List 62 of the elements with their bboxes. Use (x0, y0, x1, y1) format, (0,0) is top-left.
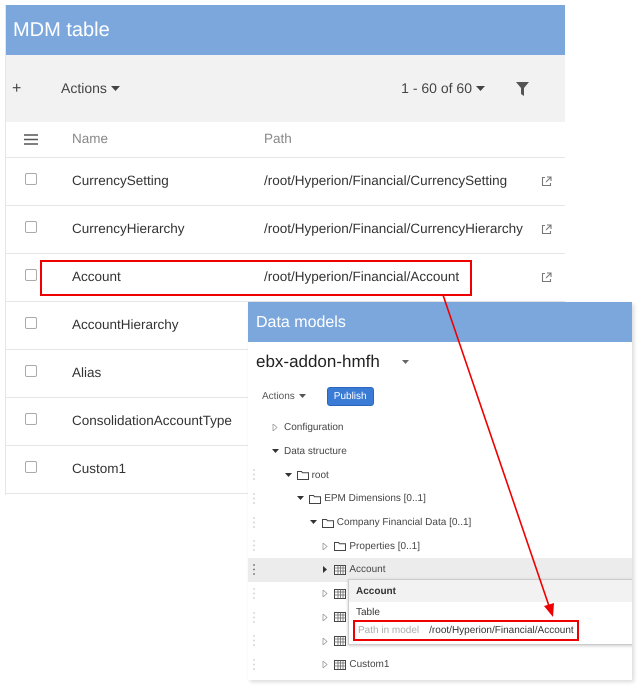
add-button[interactable]: + (12, 76, 32, 100)
row-checkbox[interactable] (25, 412, 37, 425)
tree-item[interactable]: Configuration (248, 416, 632, 440)
path-cell: /root/Hyperion/Financial/CurrencySetting (264, 172, 508, 188)
path-cell: /root/Hyperion/Financial/Account (264, 268, 460, 284)
column-header[interactable]: Path (264, 131, 292, 146)
expand-arrow-icon[interactable] (322, 566, 330, 574)
publish-button[interactable]: Publish (326, 386, 374, 406)
collapse-arrow-icon[interactable] (297, 495, 304, 502)
folder-icon (334, 541, 346, 552)
name-cell: AccountHierarchy (72, 316, 179, 332)
name-cell: ConsolidationAccountType (72, 412, 232, 428)
path-cell: /root/Hyperion/Financial/CurrencyHierarchy (264, 220, 523, 236)
actions-dropdown[interactable]: Actions (261, 388, 307, 404)
window-title: Data models (248, 302, 632, 342)
row-checkbox[interactable] (25, 268, 37, 281)
name-cell: CurrencyHierarchy (72, 220, 185, 236)
column-header[interactable]: Name (72, 131, 108, 146)
tree-item[interactable]: EPM Dimensions [0..1] (248, 487, 632, 511)
table-icon (334, 636, 346, 646)
collapse-arrow-icon[interactable] (272, 448, 279, 456)
caret-icon (476, 86, 485, 91)
name-cell: Alias (72, 364, 102, 380)
folder-icon (309, 494, 322, 504)
row-checkbox[interactable] (25, 460, 37, 473)
name-cell: CurrencySetting (72, 172, 169, 188)
external-link-icon[interactable] (541, 224, 552, 235)
tree-item[interactable]: Company Financial Data [0..1] (248, 510, 632, 534)
name-cell: Account (72, 268, 121, 284)
tree-item[interactable]: Properties [0..1] (248, 534, 632, 558)
table-icon (334, 612, 346, 622)
row-checkbox[interactable] (25, 172, 37, 185)
pagination-dropdown[interactable]: 1 - 60 of 60 (400, 77, 486, 100)
tree-item[interactable]: root (248, 463, 632, 488)
caret-icon (110, 86, 120, 91)
caret-icon (298, 394, 306, 398)
folder-icon (322, 518, 334, 528)
row-checkbox[interactable] (25, 316, 37, 329)
model-name: ebx-addon-hmfh (256, 351, 380, 374)
popup-title: Account (349, 580, 632, 602)
window-title: MDM table (6, 5, 565, 55)
filter-icon[interactable] (516, 82, 529, 96)
collapse-arrow-icon[interactable] (284, 472, 292, 479)
table-icon (334, 564, 346, 575)
actions-dropdown[interactable]: Actions (60, 77, 121, 100)
menu-icon[interactable] (24, 134, 38, 146)
table-icon (334, 660, 346, 670)
tree-item[interactable]: Account (248, 558, 632, 582)
folder-icon (296, 470, 309, 480)
drag-handle-icon[interactable] (253, 564, 255, 576)
collapse-arrow-icon[interactable] (310, 519, 317, 526)
table-icon (334, 588, 346, 599)
type-label: Table (355, 606, 381, 620)
external-link-icon[interactable] (541, 272, 552, 283)
name-cell: Custom1 (72, 460, 126, 476)
caret-icon[interactable] (402, 360, 409, 364)
tree-item[interactable]: Custom1 (248, 652, 632, 677)
path-info: Path in model /root/Hyperion/Financial/Account (353, 620, 579, 641)
row-checkbox[interactable] (25, 364, 37, 377)
row-checkbox[interactable] (25, 220, 37, 233)
tree-item[interactable]: Data structure (248, 440, 632, 464)
external-link-icon[interactable] (541, 176, 552, 187)
